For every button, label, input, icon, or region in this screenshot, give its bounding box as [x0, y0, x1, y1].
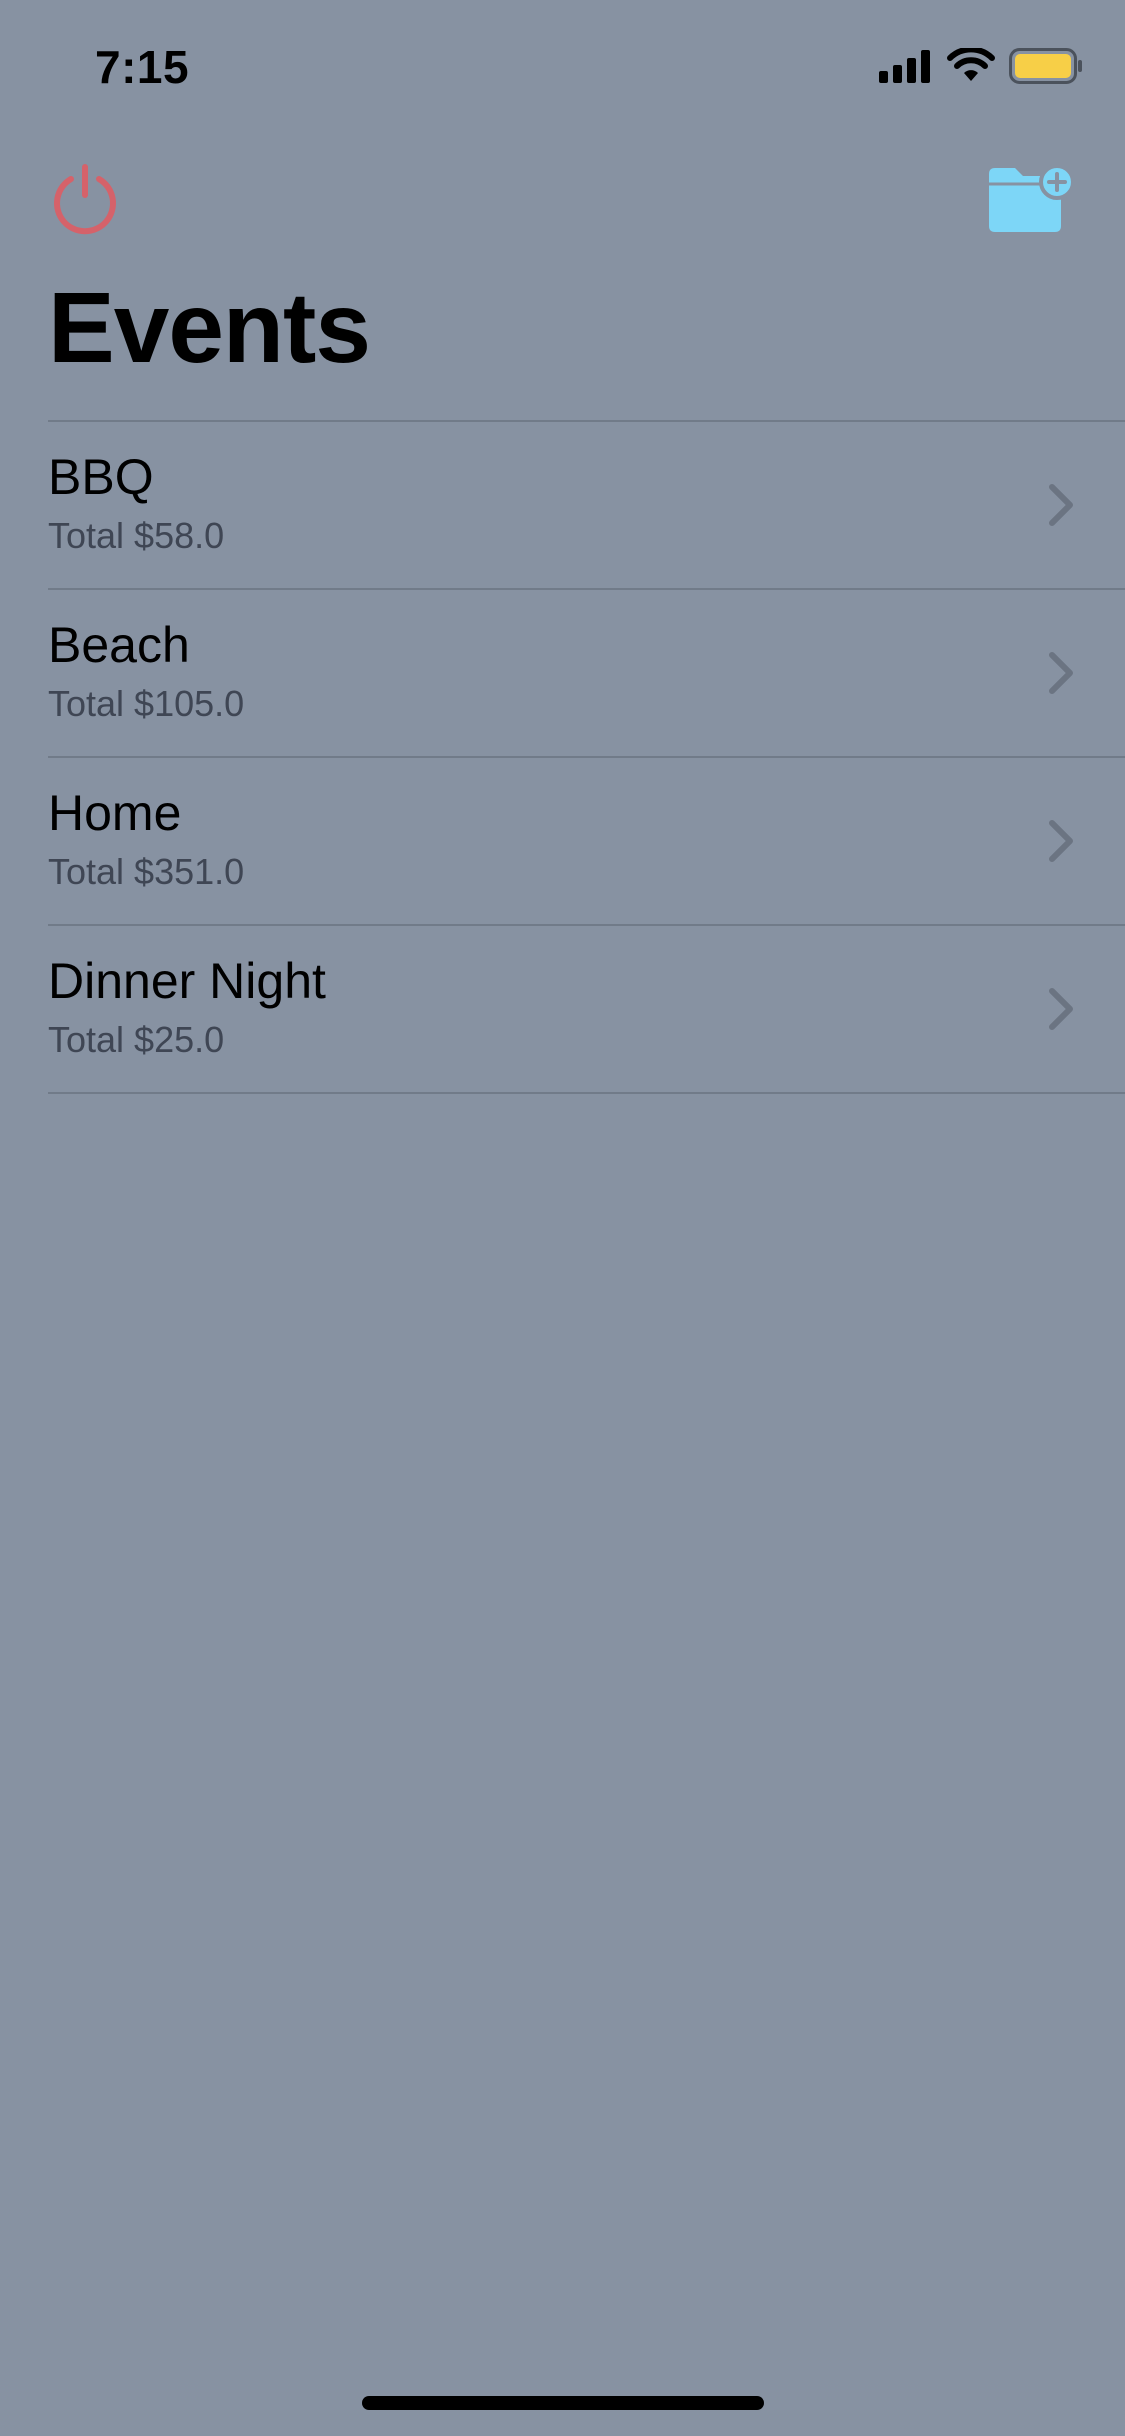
- status-time: 7:15: [95, 41, 190, 93]
- add-event-folder-button[interactable]: [985, 164, 1077, 236]
- folder-add-icon: [989, 164, 1075, 232]
- chevron-right-icon: [1049, 652, 1073, 694]
- chevron-right-icon: [1049, 484, 1073, 526]
- event-row-dinner-night[interactable]: Dinner Night Total $25.0: [48, 926, 1125, 1094]
- home-indicator[interactable]: [362, 2396, 764, 2410]
- page-title: Events: [48, 272, 371, 384]
- power-icon: [54, 164, 116, 235]
- event-total: Total $351.0: [48, 851, 245, 892]
- event-name: Dinner Night: [48, 953, 326, 1009]
- status-icons: [879, 48, 1083, 84]
- power-button[interactable]: [48, 162, 122, 236]
- wifi-icon: [947, 48, 995, 81]
- battery-icon: [1009, 48, 1082, 84]
- event-total: Total $105.0: [48, 683, 245, 724]
- chevron-right-icon: [1049, 988, 1073, 1030]
- event-row-bbq[interactable]: BBQ Total $58.0: [48, 422, 1125, 590]
- event-total: Total $25.0: [48, 1019, 225, 1060]
- status-bar: 7:15: [0, 0, 1125, 140]
- event-name: Home: [48, 785, 182, 841]
- nav-bar: [0, 150, 1125, 250]
- chevron-right-icon: [1049, 820, 1073, 862]
- event-name: Beach: [48, 617, 190, 673]
- event-name: BBQ: [48, 449, 154, 505]
- event-total: Total $58.0: [48, 515, 225, 556]
- cellular-signal-icon: [879, 50, 930, 83]
- event-row-home[interactable]: Home Total $351.0: [48, 758, 1125, 926]
- event-row-beach[interactable]: Beach Total $105.0: [48, 590, 1125, 758]
- event-list: BBQ Total $58.0 Beach Total $105.0 Home …: [0, 420, 1125, 1094]
